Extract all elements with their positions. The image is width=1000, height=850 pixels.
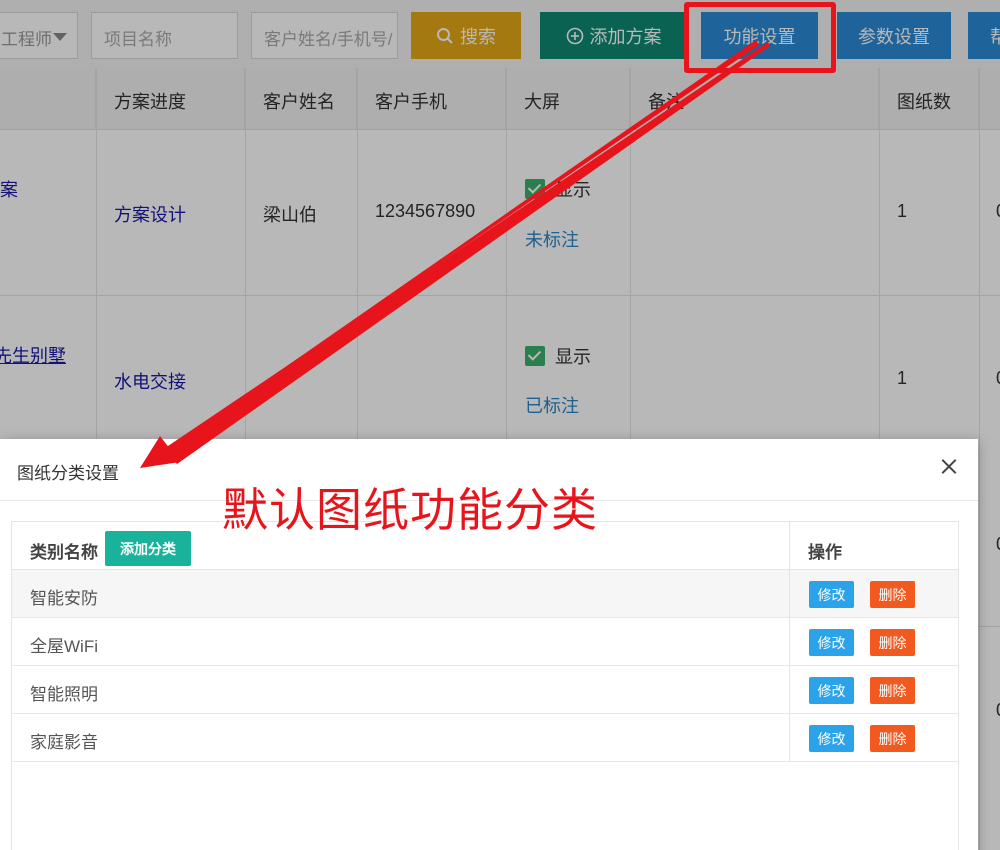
category-name: 全屋WiFi: [30, 637, 98, 656]
delete-button[interactable]: 删除: [870, 677, 915, 704]
delete-button[interactable]: 删除: [870, 581, 915, 608]
table-row: 全屋WiFi 修改 删除: [12, 618, 958, 666]
actions-header: 操作: [808, 543, 842, 562]
category-name-header: 类别名称: [30, 543, 98, 562]
delete-button[interactable]: 删除: [870, 629, 915, 656]
edit-button[interactable]: 修改: [809, 677, 854, 704]
delete-button[interactable]: 删除: [870, 725, 915, 752]
modal-title: 图纸分类设置: [17, 464, 119, 483]
edit-button[interactable]: 修改: [809, 629, 854, 656]
edit-button[interactable]: 修改: [809, 725, 854, 752]
close-icon[interactable]: [935, 453, 963, 481]
column-divider: [789, 522, 790, 762]
annotation-label: 默认图纸功能分类: [222, 484, 598, 536]
category-name: 家庭影音: [30, 733, 98, 752]
category-name: 智能照明: [30, 685, 98, 704]
table-row: 家庭影音 修改 删除: [12, 714, 958, 762]
edit-button[interactable]: 修改: [809, 581, 854, 608]
category-table: 类别名称 添加分类 操作 智能安防 修改 删除 全屋WiFi 修改 删除 智能照…: [11, 521, 959, 850]
add-category-button[interactable]: 添加分类: [105, 531, 191, 566]
annotation-highlight-box: [684, 2, 836, 73]
table-row: 智能照明 修改 删除: [12, 666, 958, 714]
table-row: 智能安防 修改 删除: [12, 570, 958, 618]
category-name: 智能安防: [30, 589, 98, 608]
